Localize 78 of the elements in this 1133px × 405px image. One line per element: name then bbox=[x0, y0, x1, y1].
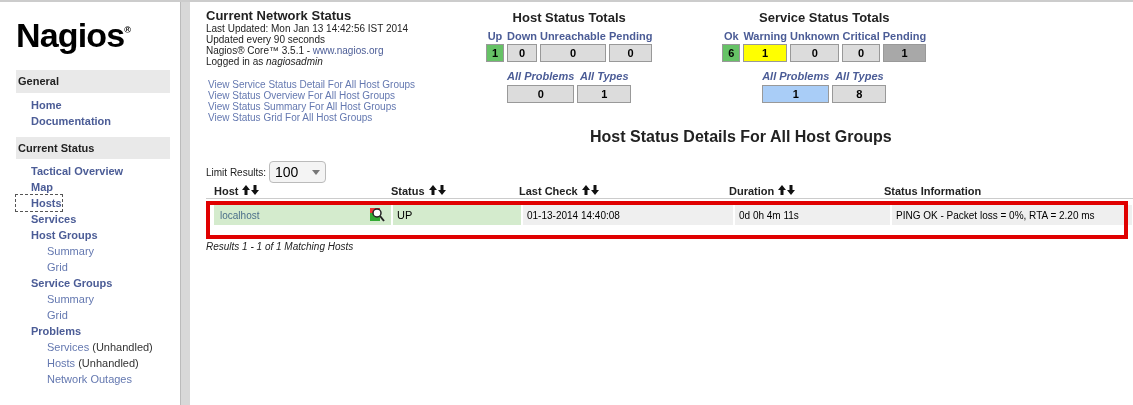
totals-label[interactable]: Pending bbox=[609, 27, 653, 44]
website-link[interactable]: www.nagios.org bbox=[312, 45, 384, 56]
totals-label[interactable]: All Types bbox=[580, 68, 629, 85]
table-cell: 01-13-2014 14:40:08 bbox=[523, 205, 733, 225]
nav-link[interactable]: Hosts bbox=[16, 195, 62, 211]
totals-label[interactable]: Down bbox=[507, 27, 537, 44]
nav-sublink[interactable]: Summary bbox=[31, 291, 170, 307]
nav-link[interactable]: Problems bbox=[31, 323, 82, 339]
logo[interactable]: Nagios bbox=[16, 18, 125, 52]
nav-link[interactable]: Service Groups bbox=[31, 275, 113, 291]
limit-select[interactable]: 100 bbox=[269, 161, 327, 183]
totals-label[interactable]: All Problems bbox=[762, 68, 830, 85]
column-header[interactable]: Host bbox=[214, 185, 239, 197]
totals-count[interactable]: 8 bbox=[832, 84, 887, 103]
totals-count[interactable]: 0 bbox=[507, 44, 537, 62]
nav-sublink[interactable]: Grid bbox=[31, 307, 170, 323]
totals-count[interactable]: 0 bbox=[539, 44, 606, 62]
last-updated-text: Last Updated: Mon Jan 13 14:42:56 IST 2014 bbox=[206, 23, 410, 34]
totals-label[interactable]: Critical bbox=[842, 27, 880, 44]
table-cell: PING OK - Packet loss = 0%, RTA = 2.20 ms bbox=[892, 205, 1132, 225]
dropdown-caret-icon bbox=[312, 169, 321, 175]
page-title: Host Status Details For All Host Groups bbox=[590, 127, 893, 147]
column-header[interactable]: Duration bbox=[729, 185, 775, 197]
section-header: General bbox=[16, 70, 170, 93]
totals-label[interactable]: All Problems bbox=[507, 68, 575, 85]
totals-count[interactable]: 1 bbox=[882, 44, 927, 62]
update-interval-text: Updated every 90 seconds bbox=[206, 34, 325, 45]
totals-label[interactable]: Pending bbox=[882, 27, 927, 44]
totals-count[interactable]: 1 bbox=[743, 44, 787, 62]
view-link[interactable]: View Status Summary For All Host Groups bbox=[206, 101, 466, 112]
nav-sublink[interactable]: Grid bbox=[31, 259, 170, 275]
column-header[interactable]: Status bbox=[391, 185, 425, 197]
login-text: Logged in as nagiosadmin bbox=[206, 56, 323, 67]
totals-label[interactable]: Warning bbox=[743, 27, 787, 44]
totals-title: Host Status Totals bbox=[512, 9, 626, 27]
view-link[interactable]: View Status Grid For All Host Groups bbox=[206, 112, 466, 123]
totals-count[interactable]: 6 bbox=[722, 44, 741, 62]
nav-link[interactable]: Home bbox=[31, 96, 62, 113]
view-link[interactable]: View Service Status Detail For All Host Groups bbox=[206, 79, 466, 90]
totals-label[interactable]: Unreachable bbox=[539, 27, 606, 44]
sort-arrows-icon[interactable] bbox=[778, 185, 797, 195]
nav-link[interactable]: Map bbox=[31, 179, 53, 195]
totals-count[interactable]: 0 bbox=[507, 84, 575, 103]
host-link[interactable]: localhost bbox=[220, 207, 260, 223]
totals-count[interactable]: 0 bbox=[789, 44, 840, 62]
nav-sublink[interactable]: Services (Unhandled) bbox=[31, 339, 170, 355]
totals-count[interactable]: 0 bbox=[842, 44, 880, 62]
section-header: Current Status bbox=[16, 136, 170, 159]
nav-link[interactable]: Documentation bbox=[31, 112, 112, 129]
totals-label[interactable]: All Types bbox=[835, 68, 884, 85]
totals-label[interactable]: Ok bbox=[724, 27, 739, 44]
registered-mark: ® bbox=[124, 25, 131, 35]
sort-arrows-icon[interactable] bbox=[581, 185, 600, 195]
results-text: Results 1 - 1 of 1 Matching Hosts bbox=[206, 240, 355, 254]
sort-arrows-icon[interactable] bbox=[242, 185, 261, 195]
limit-label: Limit Results: bbox=[206, 165, 266, 180]
magnifier-icon[interactable] bbox=[369, 207, 385, 223]
nav-link[interactable]: Host Groups bbox=[31, 227, 98, 243]
table-cell: 0d 0h 4m 11s bbox=[735, 205, 890, 225]
totals-count[interactable]: 1 bbox=[762, 84, 830, 103]
table-cell: UP bbox=[393, 205, 521, 225]
column-header[interactable]: Last Check bbox=[519, 185, 578, 197]
nav-sublink[interactable]: Network Outages bbox=[31, 371, 170, 387]
version-text: Nagios® Core™ 3.5.1 - www.nagios.org bbox=[206, 45, 385, 56]
totals-label[interactable]: Unknown bbox=[789, 27, 840, 44]
view-link[interactable]: View Status Overview For All Host Groups bbox=[206, 90, 466, 101]
column-header[interactable]: Status Information bbox=[884, 185, 982, 197]
totals-count[interactable]: 0 bbox=[609, 44, 653, 62]
totals-count[interactable]: 1 bbox=[577, 84, 632, 103]
totals-title: Service Status Totals bbox=[759, 9, 890, 27]
nav-sublink[interactable]: Summary bbox=[31, 243, 170, 259]
nav-link[interactable]: Tactical Overview bbox=[31, 163, 124, 179]
status-title: Current Network Status bbox=[206, 8, 353, 23]
totals-count[interactable]: 1 bbox=[486, 44, 504, 62]
totals-label[interactable]: Up bbox=[487, 27, 503, 44]
nav-sublink[interactable]: Hosts (Unhandled) bbox=[31, 355, 170, 371]
nav-link[interactable]: Services bbox=[31, 211, 77, 227]
sort-arrows-icon[interactable] bbox=[428, 185, 447, 195]
